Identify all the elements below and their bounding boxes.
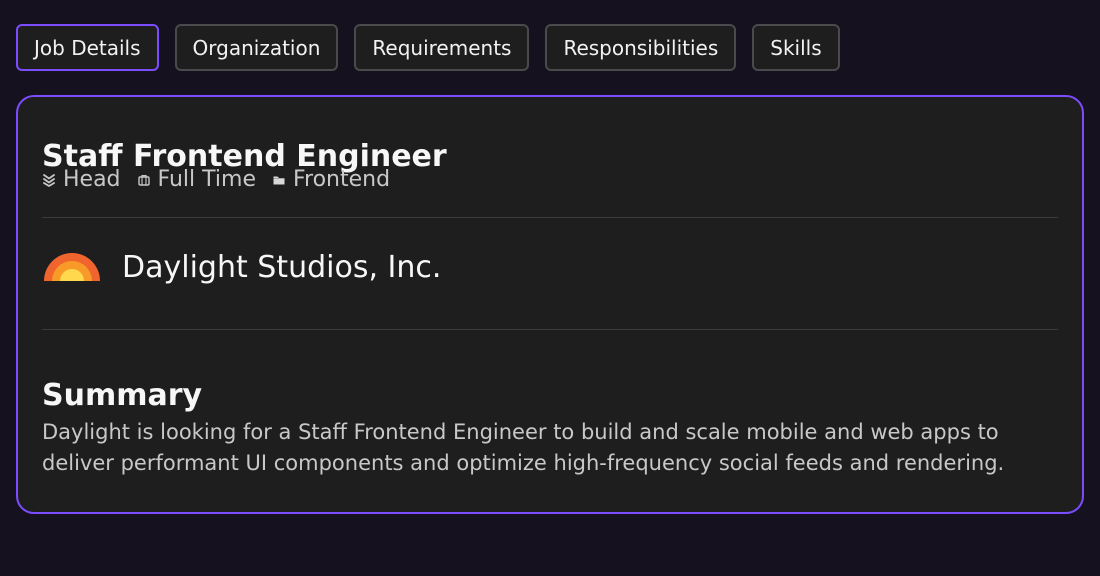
summary-heading: Summary — [42, 377, 203, 413]
tab-skills[interactable]: Skills — [752, 24, 840, 71]
tab-organization[interactable]: Organization — [174, 24, 339, 71]
tab-responsibilities[interactable]: Responsibilities — [545, 24, 737, 71]
tab-requirements[interactable]: Requirements — [354, 24, 530, 71]
section-tabs: Job Details Organization Requirements Re… — [16, 24, 840, 71]
employment-type-label: Full Time — [157, 167, 256, 192]
summary-text: Daylight is looking for a Staff Frontend… — [42, 420, 1005, 475]
job-category: Frontend — [272, 167, 390, 192]
company-name[interactable]: Daylight Studios, Inc. — [122, 250, 441, 285]
folder-icon — [272, 173, 286, 187]
tab-job-details[interactable]: Job Details — [16, 24, 159, 71]
job-level: Head — [42, 167, 121, 192]
employment-type: Full Time — [137, 167, 256, 192]
section-divider — [42, 329, 1058, 330]
job-level-label: Head — [63, 167, 121, 192]
job-details-card: Staff Frontend Engineer Head Full Time F… — [16, 95, 1084, 514]
briefcase-icon — [137, 173, 151, 187]
job-meta: Head Full Time Frontend — [42, 167, 390, 192]
sunrise-logo-icon — [42, 247, 102, 287]
rank-chevron-icon — [42, 173, 56, 187]
job-category-label: Frontend — [292, 167, 391, 192]
section-divider — [42, 217, 1058, 218]
company-row: Daylight Studios, Inc. — [42, 247, 441, 287]
